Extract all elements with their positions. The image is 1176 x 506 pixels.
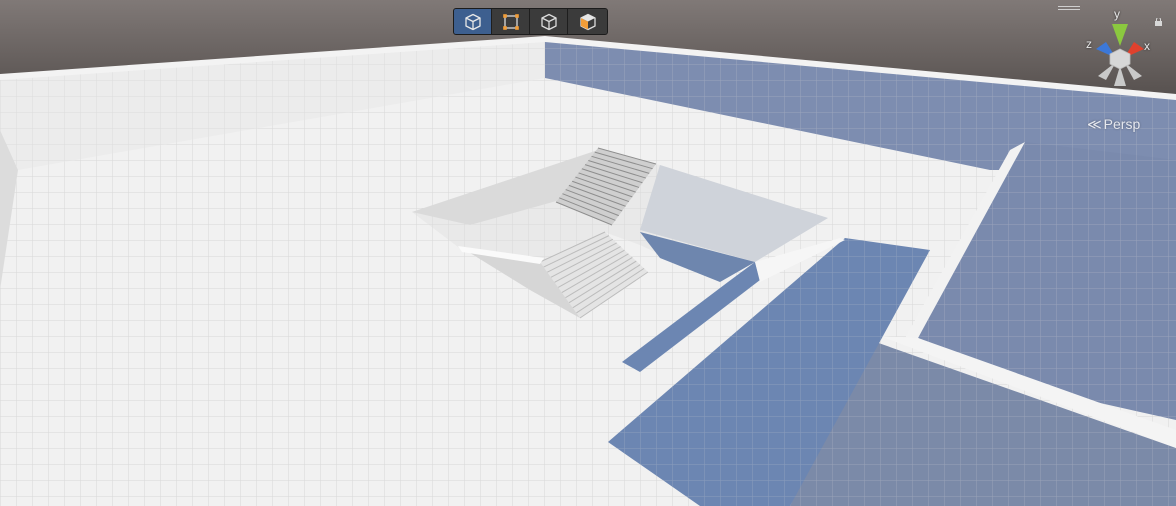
projection-label: Persp [1103, 116, 1141, 132]
cube-outline-icon [540, 13, 557, 30]
hamburger-icon[interactable] [1058, 6, 1080, 11]
scene-viewport[interactable]: y z x ≪ Persp [0, 0, 1176, 506]
gizmo-y-label: y [1114, 7, 1120, 21]
rect-transform-icon [502, 13, 519, 30]
gizmo-z-label: z [1086, 37, 1092, 51]
view-3d-tool-button[interactable] [454, 9, 492, 34]
wireframe-cube-icon [464, 13, 481, 30]
render-mode-tool-button[interactable] [568, 9, 607, 34]
orientation-gizmo[interactable]: y z x [1080, 4, 1160, 92]
rect-tool-button[interactable] [492, 9, 530, 34]
projection-toggle[interactable]: ≪ Persp [1087, 115, 1141, 133]
scene-tools-toolbar [453, 8, 608, 35]
gizmo-y-cone[interactable] [1112, 24, 1128, 46]
gizmo-x-label: x [1144, 39, 1150, 53]
scene-view-canvas[interactable] [0, 0, 1176, 506]
chevron-left-icon: ≪ [1087, 115, 1102, 132]
cube-tool-button[interactable] [530, 9, 568, 34]
half-shaded-cube-icon [579, 13, 596, 30]
